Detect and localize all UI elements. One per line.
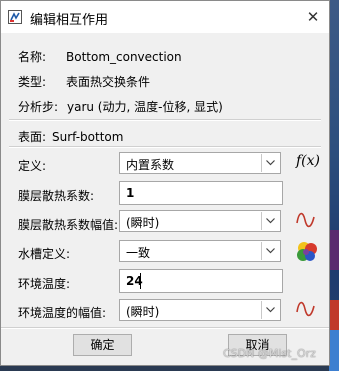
close-icon: ✕ xyxy=(306,8,320,26)
step-value: yaru (动力, 温度-位移, 显式) xyxy=(67,100,223,114)
chevron-down-icon[interactable] xyxy=(261,301,279,319)
film-amplitude-value: (瞬时) xyxy=(126,216,160,230)
chevron-down-icon[interactable] xyxy=(261,212,279,230)
viewport-stripe xyxy=(329,300,339,330)
surface-value: Surf-bottom xyxy=(52,130,124,144)
name-label: 名称: xyxy=(18,50,47,64)
sink-definition-value: 一致 xyxy=(126,246,151,260)
sink-definition-select[interactable]: 一致 xyxy=(119,240,281,262)
film-coefficient-value: 1 xyxy=(126,186,135,200)
watermark: CSDN @Mist_Orz xyxy=(223,347,316,360)
definition-select[interactable]: 内置系数 xyxy=(119,152,281,174)
sink-amplitude-select[interactable]: (瞬时) xyxy=(119,299,281,321)
film-amplitude-label: 膜层散热系数幅值: xyxy=(18,218,119,232)
chevron-down-icon[interactable] xyxy=(261,242,279,260)
name-row: 名称: Bottom_convection xyxy=(18,48,182,65)
sink-temperature-input[interactable]: 24 xyxy=(119,269,283,293)
surface-row: 表面: Surf-bottom xyxy=(18,128,123,145)
sink-definition-label: 水槽定义: xyxy=(18,247,71,261)
surface-label: 表面: xyxy=(18,130,47,144)
function-fx-icon[interactable]: f(x) xyxy=(294,151,320,175)
divider xyxy=(1,327,329,329)
name-value: Bottom_convection xyxy=(66,50,182,64)
divider xyxy=(9,146,321,148)
film-coefficient-input[interactable]: 1 xyxy=(119,181,283,205)
sink-amplitude-label: 环境温度的幅值: xyxy=(18,306,107,320)
type-value: 表面热交换条件 xyxy=(66,75,151,89)
fx-text: f(x) xyxy=(296,153,321,169)
chevron-down-icon[interactable] xyxy=(261,154,279,172)
type-label: 类型: xyxy=(18,75,47,89)
viewport-stripe xyxy=(329,330,339,371)
divider xyxy=(9,119,321,121)
app-icon xyxy=(8,10,22,24)
film-coefficient-label: 膜层散热系数: xyxy=(18,189,95,203)
background-viewport xyxy=(329,0,339,371)
step-label: 分析步: xyxy=(18,100,59,114)
close-button[interactable]: ✕ xyxy=(301,5,325,29)
color-spheres-icon[interactable] xyxy=(294,239,320,263)
text-cursor xyxy=(140,273,141,289)
definition-label: 定义: xyxy=(18,159,47,173)
type-row: 类型: 表面热交换条件 xyxy=(18,73,150,90)
step-row: 分析步: yaru (动力, 温度-位移, 显式) xyxy=(18,98,223,115)
viewport-stripe xyxy=(329,230,339,270)
film-amplitude-select[interactable]: (瞬时) xyxy=(119,210,281,232)
sink-temperature-label: 环境温度: xyxy=(18,277,71,291)
amplitude-wave-icon[interactable] xyxy=(294,298,320,322)
dialog-title: 编辑相互作用 xyxy=(30,13,109,28)
ok-button[interactable]: 确定 xyxy=(73,334,132,356)
amplitude-wave-icon[interactable] xyxy=(294,209,320,233)
edit-interaction-dialog: 编辑相互作用 ✕ 名称: Bottom_convection 类型: 表面热交换条件… xyxy=(0,0,330,366)
definition-value: 内置系数 xyxy=(126,158,175,172)
sink-amplitude-value: (瞬时) xyxy=(126,305,160,319)
title-bar[interactable]: 编辑相互作用 ✕ xyxy=(1,1,329,34)
